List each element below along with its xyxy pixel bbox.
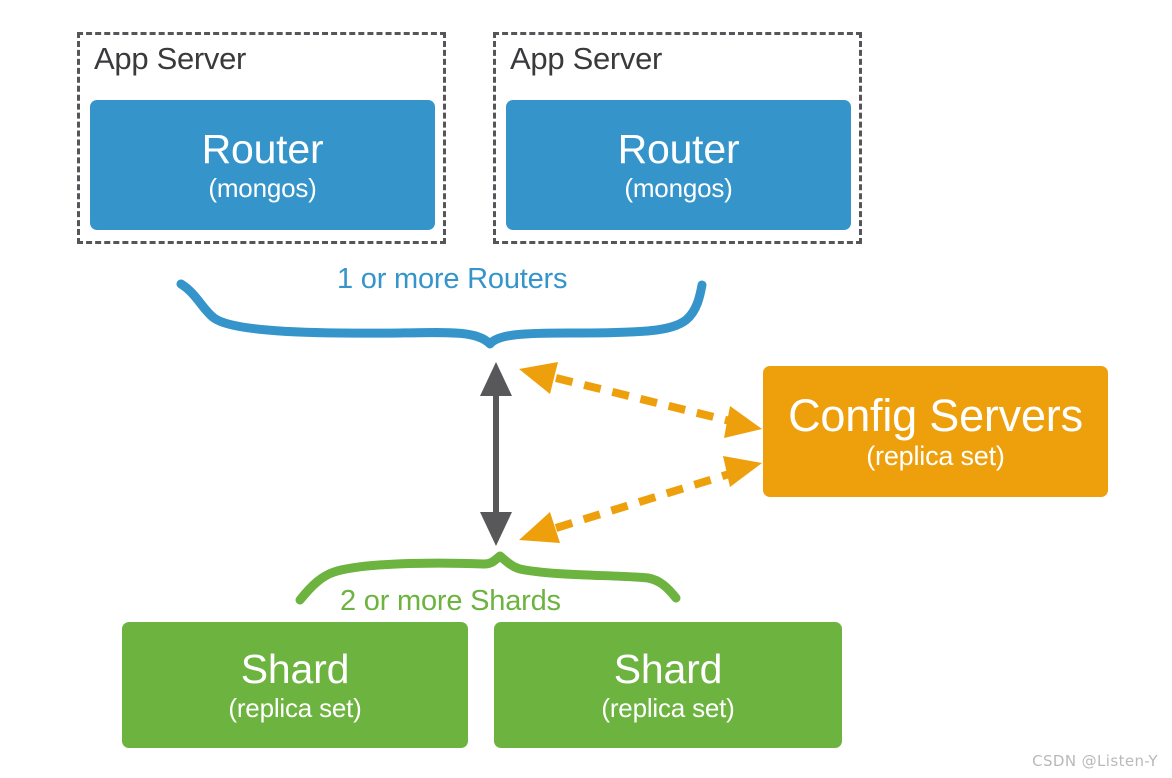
router-subtitle-1: (mongos) — [208, 172, 317, 203]
watermark: CSDN @Listen-Y — [1032, 752, 1158, 770]
app-server-label-2: App Server — [510, 41, 663, 76]
shard-subtitle-2: (replica set) — [601, 692, 735, 723]
shard-box-2[interactable]: Shard (replica set) — [494, 622, 842, 748]
config-servers-title: Config Servers — [788, 389, 1083, 441]
router-brace-label: 1 or more Routers — [337, 263, 568, 295]
shard-title-1: Shard — [240, 645, 350, 692]
router-title-1: Router — [201, 125, 324, 172]
router-box-2[interactable]: Router (mongos) — [506, 100, 851, 230]
router-shard-arrow — [480, 362, 512, 546]
config-servers-subtitle: (replica set) — [866, 440, 1005, 471]
diagram-canvas: App Server Router (mongos) App Server Ro… — [0, 0, 1172, 778]
shard-box-1[interactable]: Shard (replica set) — [122, 622, 468, 748]
router-subtitle-2: (mongos) — [624, 172, 733, 203]
shard-title-2: Shard — [613, 645, 723, 692]
router-title-2: Router — [617, 125, 740, 172]
config-servers-box[interactable]: Config Servers (replica set) — [763, 366, 1108, 497]
shard-config-arrow — [519, 456, 762, 543]
shard-brace-label: 2 or more Shards — [340, 585, 561, 617]
app-server-label-1: App Server — [94, 41, 247, 76]
router-config-arrow — [519, 362, 762, 438]
shard-subtitle-1: (replica set) — [228, 692, 362, 723]
router-box-1[interactable]: Router (mongos) — [90, 100, 435, 230]
